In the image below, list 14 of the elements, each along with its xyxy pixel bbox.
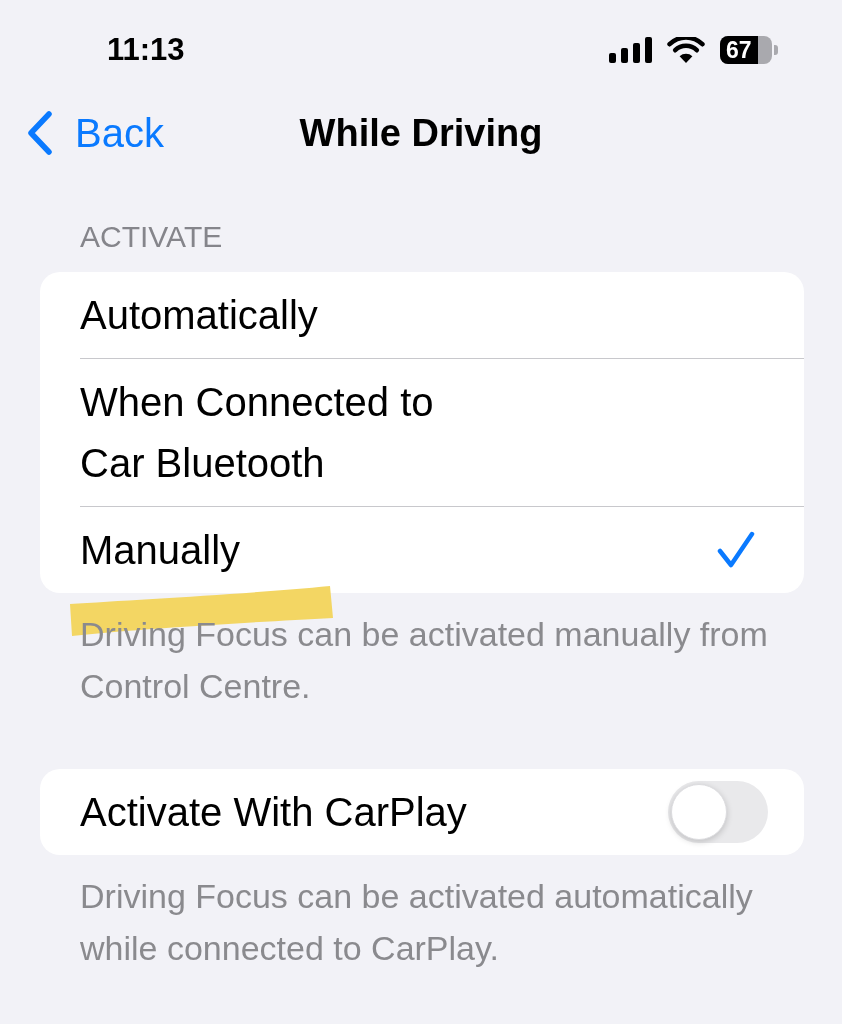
option-row[interactable]: Manually [40, 507, 804, 593]
signal-icon [609, 37, 652, 63]
section-footer: Driving Focus can be activated automatically while connected to CarPlay. [80, 870, 782, 974]
status-time: 11:13 [107, 30, 185, 69]
toggle-label: Activate With CarPlay [80, 788, 467, 836]
option-row[interactable]: When Connected to Car Bluetooth [40, 359, 804, 506]
battery-percentage: 67 [726, 38, 752, 62]
wifi-icon [667, 37, 705, 63]
chevron-left-icon [27, 111, 53, 155]
option-row[interactable]: Automatically [40, 272, 804, 358]
toggle-switch[interactable] [668, 781, 768, 843]
section-header: ACTIVATE [80, 219, 223, 255]
screen-title: While Driving [299, 110, 543, 156]
back-button[interactable]: Back [0, 103, 164, 163]
